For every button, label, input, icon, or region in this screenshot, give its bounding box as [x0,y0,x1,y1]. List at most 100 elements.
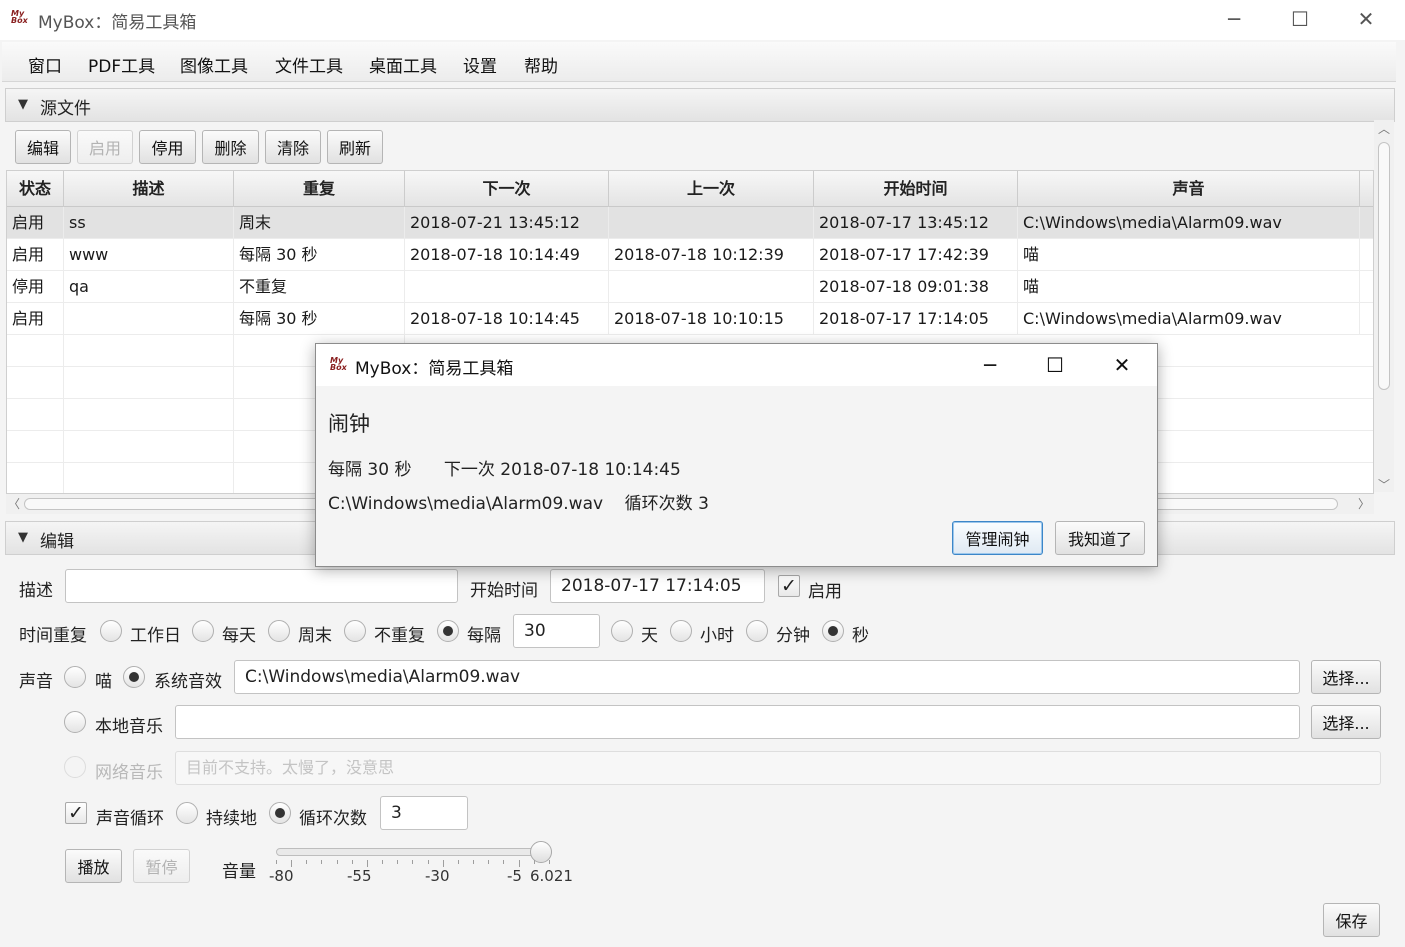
volume-tick [443,860,444,867]
col-status[interactable]: 状态 [7,171,64,207]
unit-hour-radio[interactable] [670,620,692,642]
refresh-button[interactable]: 刷新 [327,130,383,164]
volume-tick [321,860,322,864]
manage-alarms-button[interactable]: 管理闹钟 [952,521,1043,555]
disable-button[interactable]: 停用 [139,130,196,164]
col-start-time[interactable]: 开始时间 [814,171,1018,207]
menu-desktop-tools[interactable]: 桌面工具 [369,52,437,77]
interval-input[interactable]: 30 [513,614,600,648]
sound-meow-radio[interactable] [64,666,86,688]
source-section-header[interactable]: ▼ 源文件 [5,88,1395,122]
close-button[interactable]: ✕ [1336,4,1396,34]
clear-button[interactable]: 清除 [265,130,321,164]
menu-pdf-tools[interactable]: PDF工具 [88,52,155,77]
dialog-close-button[interactable]: ✕ [1090,350,1154,380]
choose-system-sound-button[interactable]: 选择... [1311,660,1381,694]
volume-tick [412,860,413,864]
loop-times-radio[interactable] [269,802,291,824]
volume-slider-track[interactable] [276,848,552,856]
source-section-title: 源文件 [40,99,91,119]
network-music-input[interactable]: 目前不支持。太慢了，没意思 [175,751,1381,785]
repeat-interval-label: 每隔 [467,626,501,646]
repeat-none-radio[interactable] [344,620,366,642]
sound-loop-checkbox[interactable]: ✓ [65,802,87,824]
scroll-left-icon[interactable]: 〈 [8,495,20,512]
sound-loop-label: 声音循环 [96,809,164,829]
dialog-title-bar: My Box MyBox：简易工具箱 ─ ☐ ✕ [316,344,1157,386]
dialog-minimize-button[interactable]: ─ [958,350,1022,380]
local-music-radio[interactable] [64,711,86,733]
description-input[interactable] [65,569,458,603]
choose-local-music-button[interactable]: 选择... [1311,705,1381,739]
sound-system-radio[interactable] [123,666,145,688]
volume-tick [549,860,550,864]
repeat-daily-radio[interactable] [192,620,214,642]
unit-second-radio[interactable] [822,620,844,642]
table-vertical-scrollbar[interactable]: ︿ ﹀ [1374,120,1394,492]
menu-window[interactable]: 窗口 [28,52,62,77]
menu-help[interactable]: 帮助 [524,52,558,77]
loop-continuous-radio[interactable] [176,802,198,824]
cell-sound: 喵 [1018,239,1360,271]
play-button[interactable]: 播放 [65,849,122,883]
enabled-label: 启用 [808,582,842,602]
title-bar: My Box MyBox：简易工具箱 ─ ☐ ✕ [0,0,1405,40]
table-row[interactable]: 停用 qa 不重复 2018-07-18 09:01:38 喵 [7,271,1373,303]
repeat-interval-radio[interactable] [437,620,459,642]
description-label: 描述 [19,581,53,601]
sound-label: 声音 [19,672,53,692]
menu-settings[interactable]: 设置 [463,52,497,77]
col-next[interactable]: 下一次 [405,171,609,207]
network-music-radio[interactable] [64,756,86,778]
loop-times-input[interactable]: 3 [380,796,468,830]
cell-last: 2018-07-18 10:10:15 [609,303,814,335]
save-button[interactable]: 保存 [1323,903,1380,937]
table-row[interactable]: 启用 www 每隔 30 秒 2018-07-18 10:14:49 2018-… [7,239,1373,271]
edit-button[interactable]: 编辑 [15,130,71,164]
col-sound[interactable]: 声音 [1018,171,1360,207]
unit-minute-radio[interactable] [746,620,768,642]
volume-tick-label: -5 [507,867,522,885]
volume-tick [473,860,474,864]
start-time-input[interactable]: 2018-07-17 17:14:05 [550,569,765,603]
dismiss-button[interactable]: 我知道了 [1055,521,1145,555]
col-description[interactable]: 描述 [64,171,234,207]
menu-file-tools[interactable]: 文件工具 [275,52,343,77]
dialog-schedule-text: 每隔 30 秒 下一次 2018-07-18 10:14:45 [328,460,681,480]
cell-next: 2018-07-18 10:14:45 [405,303,609,335]
repeat-workday-radio[interactable] [100,620,122,642]
loop-continuous-label: 持续地 [206,809,257,829]
unit-day-label: 天 [641,626,658,646]
network-music-label: 网络音乐 [95,763,163,783]
cell-start-time: 2018-07-17 17:42:39 [814,239,1018,271]
scroll-right-icon[interactable]: 〉 [1358,495,1370,512]
maximize-button[interactable]: ☐ [1270,4,1330,34]
delete-button[interactable]: 删除 [202,130,259,164]
pause-button[interactable]: 暂停 [133,849,190,883]
enable-button[interactable]: 启用 [77,130,133,164]
dialog-maximize-button[interactable]: ☐ [1023,350,1087,380]
scroll-down-icon[interactable]: ﹀ [1378,476,1390,493]
cell-sound: 喵 [1018,271,1360,303]
volume-tick [534,860,535,864]
col-last[interactable]: 上一次 [609,171,814,207]
unit-day-radio[interactable] [611,620,633,642]
unit-second-label: 秒 [852,626,869,646]
table-row[interactable]: 启用 ss 周末 2018-07-21 13:45:12 2018-07-17 … [7,207,1373,239]
cell-start-time: 2018-07-18 09:01:38 [814,271,1018,303]
unit-minute-label: 分钟 [776,626,810,646]
minimize-button[interactable]: ─ [1204,4,1264,34]
local-music-path-input[interactable] [175,705,1300,739]
system-sound-path-input[interactable]: C:\Windows\media\Alarm09.wav [234,660,1300,694]
volume-tick [337,860,338,864]
menu-image-tools[interactable]: 图像工具 [180,52,248,77]
repeat-weekend-radio[interactable] [268,620,290,642]
scroll-thumb[interactable] [1378,142,1390,390]
collapse-arrow-icon: ▼ [18,530,28,545]
table-row[interactable]: 启用 每隔 30 秒 2018-07-18 10:14:45 2018-07-1… [7,303,1373,335]
local-music-label: 本地音乐 [95,717,163,737]
enabled-checkbox[interactable]: ✓ [778,575,800,597]
scroll-up-icon[interactable]: ︿ [1378,120,1390,137]
col-repeat[interactable]: 重复 [234,171,405,207]
volume-tick [306,860,307,864]
